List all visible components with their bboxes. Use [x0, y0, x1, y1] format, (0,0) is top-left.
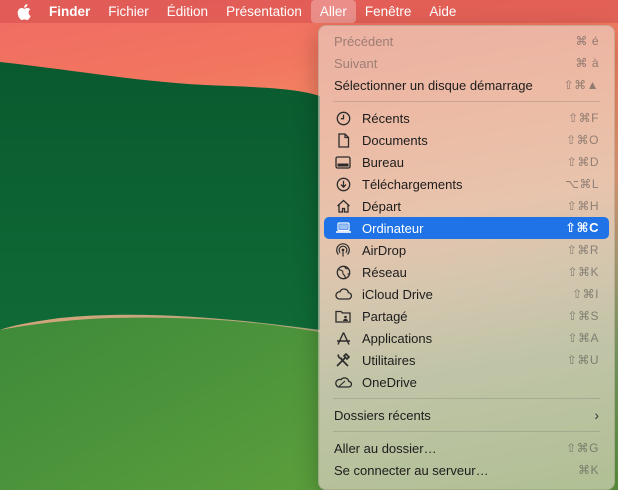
menu-item-shortcut: ⇧⌘F [568, 111, 599, 125]
menubar-finder[interactable]: Finder [40, 0, 99, 23]
clock-icon [334, 110, 352, 126]
menu-item-home[interactable]: Départ ⇧⌘H [324, 195, 609, 217]
menu-item-label: Aller au dossier… [334, 440, 437, 456]
menu-item-network[interactable]: Réseau ⇧⌘K [324, 261, 609, 283]
menu-item-startup-disk[interactable]: Sélectionner un disque démarrage ⇧⌘▲ [324, 74, 609, 96]
onedrive-icon [334, 374, 352, 390]
menu-item-onedrive[interactable]: OneDrive [324, 371, 609, 393]
utilities-icon [334, 352, 352, 368]
menu-item-shortcut: ⌘K [577, 463, 599, 477]
home-icon [334, 198, 352, 214]
menu-item-go-to-folder[interactable]: Aller au dossier… ⇧⌘G [324, 437, 609, 459]
menu-item-label: Sélectionner un disque démarrage [334, 77, 533, 93]
menu-item-documents[interactable]: Documents ⇧⌘O [324, 129, 609, 151]
menu-item-shortcut: ⌥⌘L [564, 177, 599, 191]
menu-item-label: Partagé [362, 308, 408, 324]
menu-separator [333, 101, 600, 102]
menu-item-back[interactable]: Précédent ⌘ é [324, 30, 609, 52]
menu-item-airdrop[interactable]: AirDrop ⇧⌘R [324, 239, 609, 261]
go-menu: Précédent ⌘ é Suivant ⌘ à Sélectionner u… [318, 25, 615, 490]
globe-icon [334, 264, 352, 280]
menu-item-label: Documents [362, 132, 428, 148]
menu-item-shortcut: ⇧⌘D [566, 155, 599, 169]
menu-item-label: AirDrop [362, 242, 407, 258]
menu-item-shortcut: ⇧⌘I [572, 287, 599, 301]
chevron-right-icon: › [594, 407, 599, 423]
download-icon [334, 176, 352, 192]
menu-bar: Finder Fichier Édition Présentation Alle… [0, 0, 618, 23]
menu-item-shortcut: ⇧⌘▲ [563, 78, 599, 92]
menubar-fichier[interactable]: Fichier [99, 0, 158, 23]
menu-item-shortcut: ⇧⌘H [566, 199, 599, 213]
menu-item-recents[interactable]: Récents ⇧⌘F [324, 107, 609, 129]
menu-item-connect-server[interactable]: Se connecter au serveur… ⌘K [324, 459, 609, 481]
menubar-aide[interactable]: Aide [420, 0, 465, 23]
airdrop-icon [334, 242, 352, 258]
menu-item-applications[interactable]: Applications ⇧⌘A [324, 327, 609, 349]
cloud-icon [334, 286, 352, 302]
menu-item-label: Bureau [362, 154, 404, 170]
menu-separator [333, 431, 600, 432]
menu-item-icloud-drive[interactable]: iCloud Drive ⇧⌘I [324, 283, 609, 305]
menu-item-label: iCloud Drive [362, 286, 433, 302]
menubar-edition[interactable]: Édition [158, 0, 217, 23]
apple-icon[interactable] [8, 0, 40, 23]
menu-item-shortcut: ⇧⌘U [566, 353, 599, 367]
document-icon [334, 132, 352, 148]
menu-item-label: Départ [362, 198, 402, 214]
applications-icon [334, 330, 352, 346]
menu-item-computer[interactable]: Ordinateur ⇧⌘C [324, 217, 609, 239]
menu-item-desktop[interactable]: Bureau ⇧⌘D [324, 151, 609, 173]
menu-item-downloads[interactable]: Téléchargements ⌥⌘L [324, 173, 609, 195]
menu-item-label: Ordinateur [362, 220, 424, 236]
laptop-icon [334, 220, 352, 236]
menu-separator [333, 398, 600, 399]
menu-item-label: Applications [362, 330, 433, 346]
menu-item-shortcut: ⇧⌘C [565, 220, 599, 235]
desktop-icon [334, 154, 352, 170]
menu-item-label: Précédent [334, 33, 394, 49]
menu-item-shortcut: ⌘ à [575, 56, 599, 70]
desktop-wallpaper: Finder Fichier Édition Présentation Alle… [0, 0, 618, 490]
menu-item-label: Suivant [334, 55, 378, 71]
menu-item-utilities[interactable]: Utilitaires ⇧⌘U [324, 349, 609, 371]
menubar-aller[interactable]: Aller [310, 0, 356, 23]
menu-item-shortcut: ⇧⌘G [566, 441, 599, 455]
menu-item-label: OneDrive [362, 374, 417, 390]
menu-item-label: Utilitaires [362, 352, 416, 368]
menu-item-shortcut: ⌘ é [575, 34, 599, 48]
menu-item-label: Téléchargements [362, 176, 463, 192]
menu-item-label: Dossiers récents [334, 407, 431, 423]
menu-item-label: Récents [362, 110, 410, 126]
menu-item-forward[interactable]: Suivant ⌘ à [324, 52, 609, 74]
menu-item-label: Réseau [362, 264, 407, 280]
menu-item-label: Se connecter au serveur… [334, 462, 489, 478]
shared-folder-icon [334, 308, 352, 324]
menu-item-shortcut: ⇧⌘S [567, 309, 599, 323]
menu-item-shortcut: ⇧⌘K [567, 265, 599, 279]
menubar-fenetre[interactable]: Fenêtre [356, 0, 421, 23]
menu-item-shortcut: ⇧⌘A [567, 331, 599, 345]
menu-item-shortcut: ⇧⌘O [566, 133, 599, 147]
menu-item-shared[interactable]: Partagé ⇧⌘S [324, 305, 609, 327]
menubar-presentation[interactable]: Présentation [217, 0, 311, 23]
menu-item-shortcut: ⇧⌘R [566, 243, 599, 257]
menu-item-recent-folders[interactable]: Dossiers récents › [324, 404, 609, 426]
